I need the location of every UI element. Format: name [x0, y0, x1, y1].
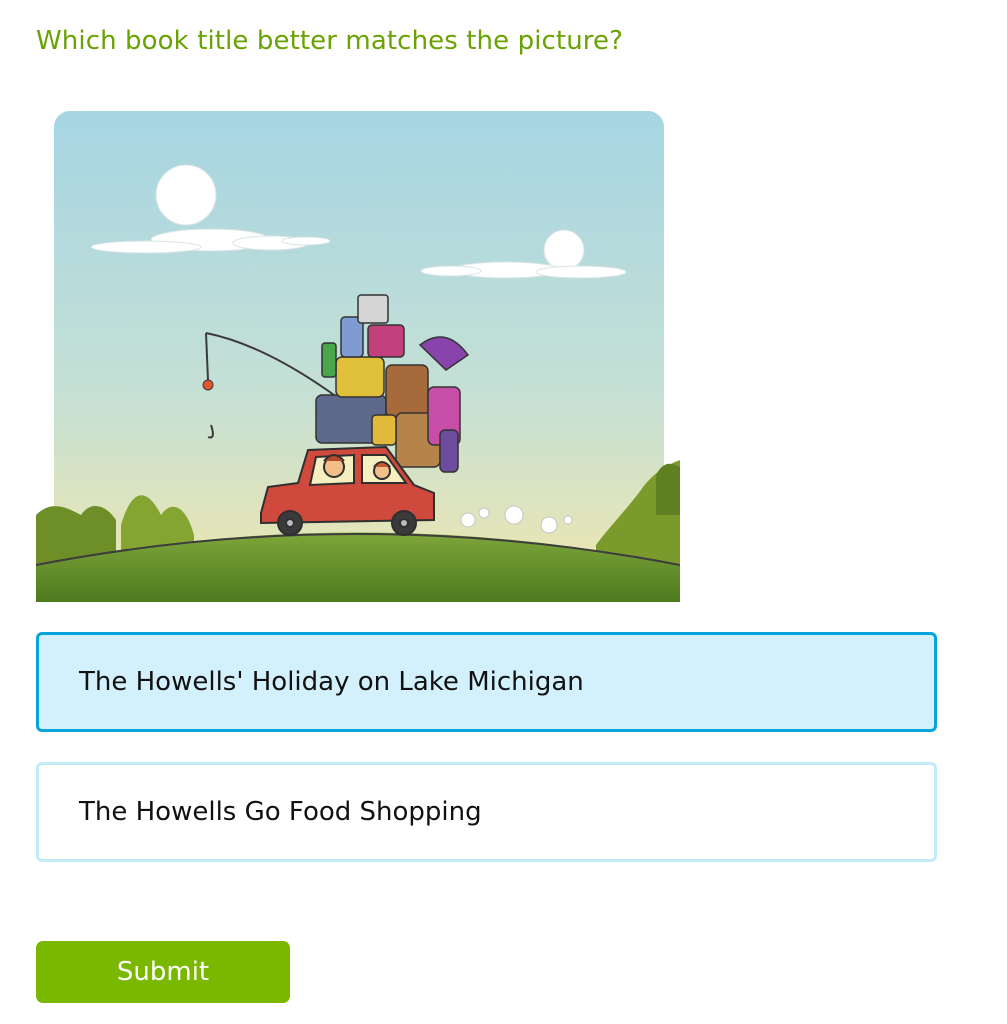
submit-button[interactable]: Submit — [36, 941, 290, 1003]
answer-choice-1[interactable]: The Howells' Holiday on Lake Michigan — [36, 632, 937, 732]
answer-choice-2[interactable]: The Howells Go Food Shopping — [36, 762, 937, 862]
question-prompt: Which book title better matches the pict… — [36, 26, 624, 56]
car-trip-illustration — [36, 111, 680, 602]
